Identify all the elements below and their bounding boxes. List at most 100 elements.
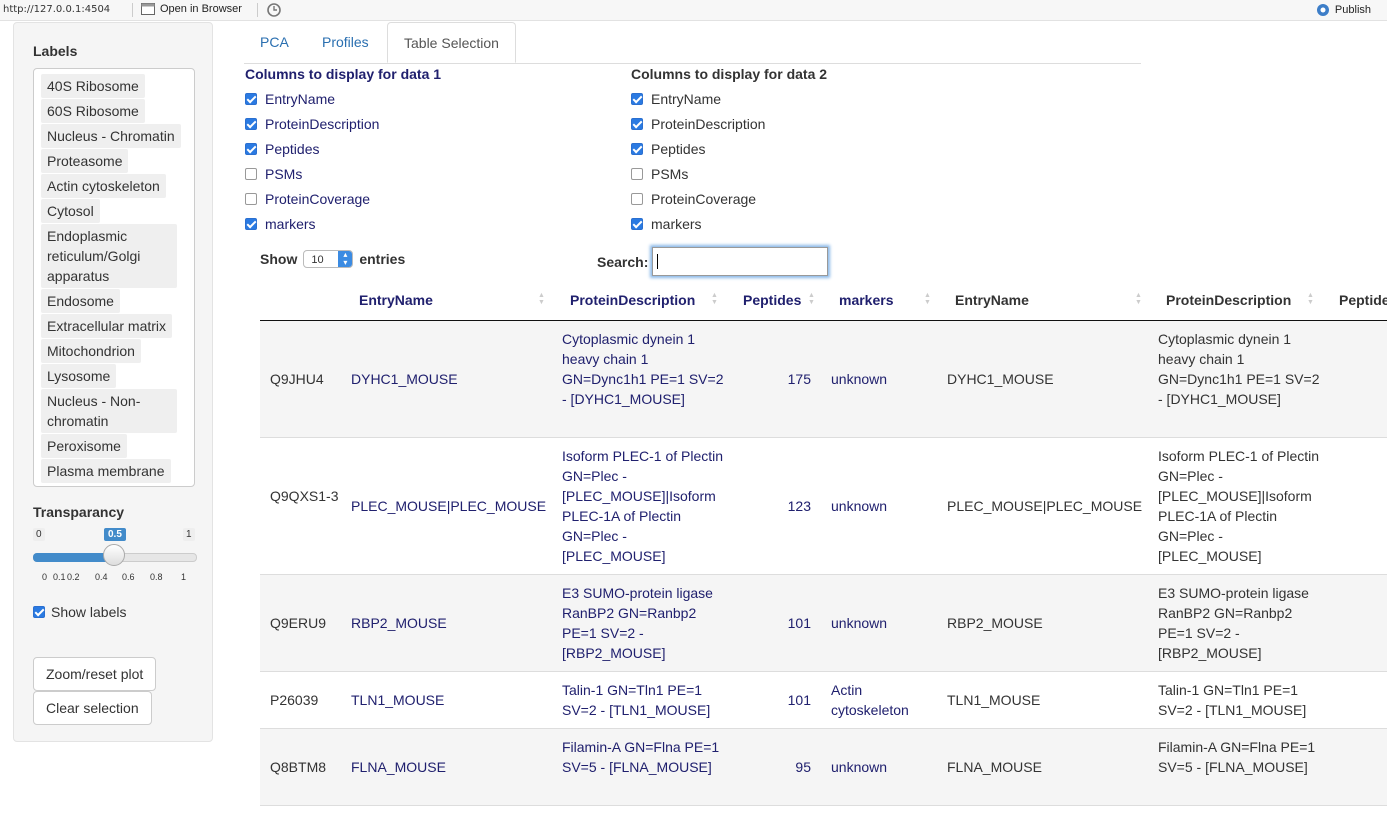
label-option[interactable]: 40S Ribosome xyxy=(41,74,145,98)
label-option[interactable]: Actin cytoskeleton xyxy=(41,174,166,198)
table-row[interactable]: Q8BTM8 FLNA_MOUSE Filamin-A GN=Flna PE=1… xyxy=(260,729,1387,806)
table-row[interactable]: Q9ERU9 RBP2_MOUSE E3 SUMO-protein ligase… xyxy=(260,575,1387,672)
column-header-proteindescription[interactable]: ProteinDescription xyxy=(570,280,695,320)
label-option[interactable]: Nucleus - Chromatin xyxy=(41,124,181,148)
entries-select[interactable]: 10 ▴ ▾ xyxy=(303,250,354,268)
label-option[interactable]: Endosome xyxy=(41,289,120,313)
label-option[interactable]: Endoplasmic reticulum/Golgi apparatus xyxy=(41,224,177,288)
data1-column-checkbox[interactable]: PSMs xyxy=(245,166,302,182)
checkbox-label: ProteinCoverage xyxy=(265,191,371,207)
data1-columns-title: Columns to display for data 1 xyxy=(245,66,442,82)
sort-icon[interactable]: ▲ ▼ xyxy=(924,292,931,306)
column-header-peptides[interactable]: Peptides xyxy=(743,280,801,320)
cell-peptides: 101 xyxy=(787,692,811,708)
transparency-title: Transparancy xyxy=(33,504,125,520)
checkbox-label: ProteinDescription xyxy=(651,116,766,132)
table-row[interactable]: P26039 TLN1_MOUSE Talin-1 GN=Tln1 PE=1 S… xyxy=(260,672,1387,729)
label-option[interactable]: 60S Ribosome xyxy=(41,99,145,123)
search-input[interactable] xyxy=(652,247,828,276)
refresh-icon[interactable] xyxy=(266,2,282,21)
checkbox-label: EntryName xyxy=(265,91,336,107)
checkbox-unchecked-icon[interactable] xyxy=(631,193,643,205)
viewer-toolbar: http://127.0.0.1:4504 Open in Browser Pu… xyxy=(0,0,1387,21)
label-option[interactable]: Cytosol xyxy=(41,199,100,223)
slider-handle[interactable] xyxy=(103,544,125,566)
data1-column-checkbox[interactable]: Peptides xyxy=(245,141,319,157)
data1-column-checkbox[interactable]: markers xyxy=(245,216,316,232)
sort-icon[interactable]: ▲ ▼ xyxy=(711,292,718,306)
transparency-slider[interactable]: 0 0.5 1 0 0.1 0.2 0.4 0.6 0.8 1 xyxy=(33,526,197,586)
checkbox-unchecked-icon[interactable] xyxy=(631,168,643,180)
slider-min-label: 0 xyxy=(33,528,45,541)
column-header-entryname-2[interactable]: EntryName xyxy=(955,280,1029,320)
sort-icon[interactable]: ▲ ▼ xyxy=(1135,292,1142,306)
data2-column-checkbox[interactable]: EntryName xyxy=(631,91,721,107)
sort-icon[interactable]: ▲ ▼ xyxy=(808,292,815,306)
checkbox-label: EntryName xyxy=(651,91,722,107)
data1-column-checkbox[interactable]: ProteinCoverage xyxy=(245,191,370,207)
label-option[interactable]: Plasma membrane xyxy=(41,459,171,483)
cell-proteindescription-2: Filamin-A GN=Flna PE=1 SV=5 - [FLNA_MOUS… xyxy=(1158,739,1316,775)
checkbox-checked-icon[interactable] xyxy=(245,93,257,105)
data2-column-checkbox[interactable]: ProteinCoverage xyxy=(631,191,756,207)
checkbox-checked-icon[interactable] xyxy=(631,218,643,230)
checkbox-label: ProteinCoverage xyxy=(651,191,757,207)
checkbox-checked-icon[interactable] xyxy=(631,118,643,130)
cell-entryname: PLEC_MOUSE|PLEC_MOUSE xyxy=(351,498,547,514)
sort-icon[interactable]: ▲ ▼ xyxy=(538,292,545,306)
label-option[interactable]: Proteasome xyxy=(41,149,129,173)
sort-icon[interactable]: ▲ ▼ xyxy=(1307,292,1314,306)
label-option[interactable]: Nucleus - Non-chromatin xyxy=(41,389,177,433)
label-option[interactable]: Mitochondrion xyxy=(41,339,141,363)
column-header-proteindescription-2[interactable]: ProteinDescription xyxy=(1166,280,1291,320)
data2-column-checkbox[interactable]: markers xyxy=(631,216,702,232)
publish-button[interactable]: Publish xyxy=(1315,3,1371,17)
show-labels-checkbox[interactable]: Show labels xyxy=(33,604,127,620)
label-option[interactable]: Lysosome xyxy=(41,364,117,388)
checkbox-label: PSMs xyxy=(651,166,689,182)
checkbox-checked-icon[interactable] xyxy=(245,218,257,230)
cell-peptides: 175 xyxy=(787,371,811,387)
tab-table-selection[interactable]: Table Selection xyxy=(387,22,516,63)
checkbox-checked-icon[interactable] xyxy=(631,143,643,155)
table-row[interactable]: Q9JHU4 DYHC1_MOUSE Cytoplasmic dynein 1 … xyxy=(260,321,1387,438)
cell-entryname-2: DYHC1_MOUSE xyxy=(947,371,1054,387)
cell-proteindescription: Filamin-A GN=Flna PE=1 SV=5 - [FLNA_MOUS… xyxy=(562,739,720,775)
checkbox-checked-icon[interactable] xyxy=(245,143,257,155)
checkbox-checked-icon[interactable] xyxy=(33,606,45,618)
cell-proteindescription: E3 SUMO-protein ligase RanBP2 GN=Ranbp2 … xyxy=(562,585,713,661)
label-option[interactable]: Extracellular matrix xyxy=(41,314,173,338)
table-row[interactable]: Q9QXS1-3 PLEC_MOUSE|PLEC_MOUSE Isoform P… xyxy=(260,438,1387,575)
labels-listbox[interactable]: 40S Ribosome 60S Ribosome Nucleus - Chro… xyxy=(33,68,195,487)
data2-column-checkbox[interactable]: PSMs xyxy=(631,166,688,182)
cell-markers: unknown xyxy=(831,498,888,514)
tab-bar: PCA Profiles Table Selection xyxy=(244,22,1141,64)
checkbox-unchecked-icon[interactable] xyxy=(245,193,257,205)
checkbox-label: Peptides xyxy=(265,141,320,157)
checkbox-unchecked-icon[interactable] xyxy=(245,168,257,180)
slider-tick: 0.6 xyxy=(122,572,135,582)
zoom-reset-button[interactable]: Zoom/reset plot xyxy=(33,657,157,691)
tab-profiles[interactable]: Profiles xyxy=(306,22,385,63)
toolbar-divider xyxy=(257,3,258,17)
cell-entryname: TLN1_MOUSE xyxy=(351,692,445,708)
tab-pca[interactable]: PCA xyxy=(244,22,305,63)
entries-length-control: Show 10 ▴ ▾ entries xyxy=(260,250,405,268)
cell-entryname-2: FLNA_MOUSE xyxy=(947,759,1042,775)
label-option[interactable]: Peroxisome xyxy=(41,434,127,458)
row-id: P26039 xyxy=(270,692,319,708)
open-in-browser-button[interactable]: Open in Browser xyxy=(141,3,242,15)
browser-icon xyxy=(141,3,155,15)
column-header-markers[interactable]: markers xyxy=(839,280,894,320)
clear-selection-button[interactable]: Clear selection xyxy=(33,691,152,725)
column-header-peptides-2[interactable]: Peptide xyxy=(1339,280,1387,320)
checkbox-checked-icon[interactable] xyxy=(245,118,257,130)
data1-column-checkbox[interactable]: ProteinDescription xyxy=(245,116,379,132)
data2-column-checkbox[interactable]: ProteinDescription xyxy=(631,116,765,132)
row-id: Q9ERU9 xyxy=(270,615,327,631)
checkbox-checked-icon[interactable] xyxy=(631,93,643,105)
data1-column-checkbox[interactable]: EntryName xyxy=(245,91,335,107)
cell-entryname: RBP2_MOUSE xyxy=(351,615,447,631)
data2-column-checkbox[interactable]: Peptides xyxy=(631,141,705,157)
column-header-entryname[interactable]: EntryName xyxy=(359,280,433,320)
